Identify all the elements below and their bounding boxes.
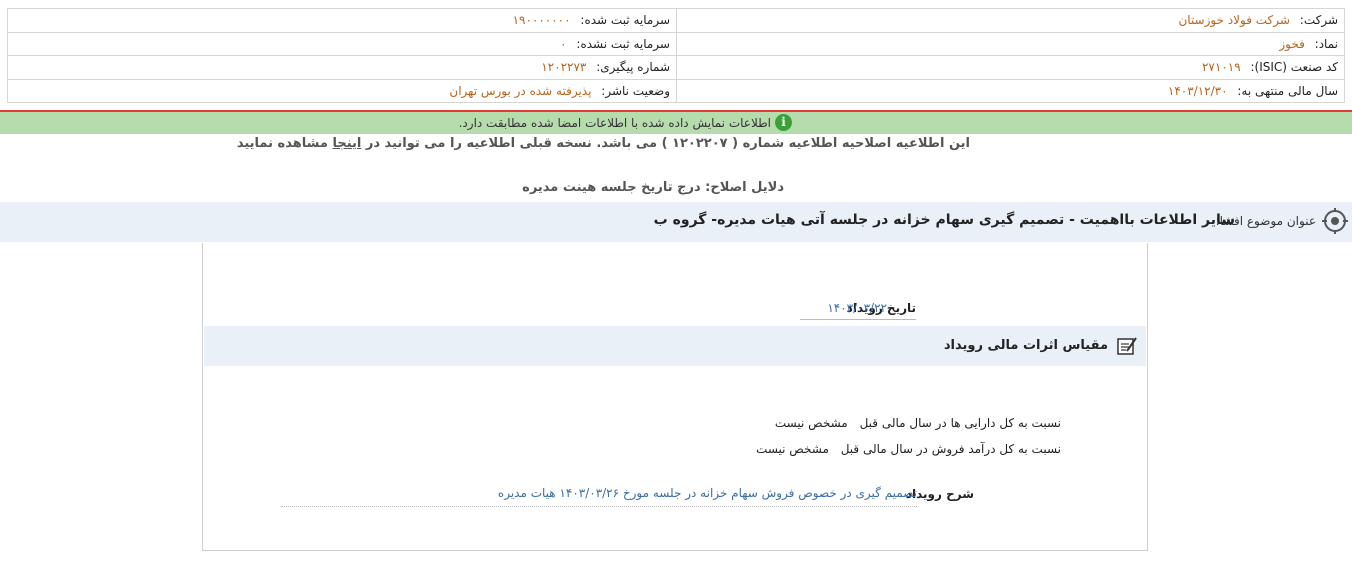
company-value: شرکت فولاد خوزستان bbox=[1178, 13, 1290, 28]
isic-value: ۲۷۱۰۱۹ bbox=[1201, 60, 1241, 75]
tracking-cell: شماره پیگیری: ۱۲۰۲۲۷۳ bbox=[7, 55, 677, 80]
ratio-sales-value: مشخص نیست bbox=[756, 442, 829, 456]
fiscal-cell: سال مالی منتهی به: ۱۴۰۳/۱۲/۳۰ bbox=[676, 78, 1345, 103]
symbol-value: فخوز bbox=[1279, 36, 1305, 51]
verification-banner: i اطلاعات نمایش داده شده با اطلاعات امضا… bbox=[0, 112, 1352, 134]
ratio-sales-label: نسبت به کل درآمد فروش در سال مالی قبل bbox=[840, 442, 1061, 456]
company-cell: شرکت: شرکت فولاد خوزستان bbox=[676, 8, 1345, 33]
fiscal-value: ۱۴۰۳/۱۲/۳۰ bbox=[1167, 83, 1228, 98]
fiscal-label: سال مالی منتهی به: bbox=[1237, 83, 1338, 98]
ratio-assets-value: مشخص نیست bbox=[774, 416, 848, 430]
section-title: مقیاس اثرات مالی رویداد bbox=[943, 338, 1108, 353]
correction-text-after: مشاهده نمایید bbox=[236, 136, 328, 151]
description-value: تصمیم گیری در خصوص فروش سهام خزانه در جل… bbox=[497, 486, 917, 500]
status-label: وضعیت ناشر: bbox=[601, 83, 670, 98]
previous-version-link[interactable]: اینجا bbox=[332, 136, 361, 151]
edit-icon bbox=[1117, 337, 1137, 355]
capital-unregistered-value: ۰ bbox=[560, 36, 567, 51]
ratio-assets-label: نسبت به کل دارایی ها در سال مالی قبل bbox=[859, 416, 1061, 430]
symbol-cell: نماد: فخوز bbox=[676, 31, 1345, 56]
banner-text: اطلاعات نمایش داده شده با اطلاعات امضا ش… bbox=[458, 115, 771, 130]
capital-registered-value: ۱۹۰۰۰۰۰۰۰ bbox=[512, 13, 571, 28]
isic-label: کد صنعت (ISIC): bbox=[1250, 60, 1338, 75]
capital-registered-label: سرمایه ثبت شده: bbox=[580, 13, 670, 28]
subject-bar: عنوان موضوع افشا: سایر اطلاعات بااهمیت -… bbox=[0, 202, 1352, 242]
event-date-value-cell: ۱۴۰۳/۰۳/۲۲ bbox=[801, 301, 915, 320]
correction-text-before: این اطلاعیه اصلاحیه اطلاعیه شماره ( ۱۲۰۲… bbox=[365, 136, 970, 151]
event-date-value: ۱۴۰۳/۰۳/۲۲ bbox=[827, 301, 887, 315]
info-icon: i bbox=[775, 114, 792, 131]
tracking-value: ۱۲۰۲۲۷۳ bbox=[541, 60, 587, 75]
isic-cell: کد صنعت (ISIC): ۲۷۱۰۱۹ bbox=[676, 55, 1345, 80]
status-cell: وضعیت ناشر: پذیرفته شده در بورس تهران bbox=[7, 78, 677, 103]
correction-reasons: دلایل اصلاح: درج تاریخ جلسه هینت مدیره bbox=[522, 180, 784, 195]
tracking-label: شماره پیگیری: bbox=[596, 60, 670, 75]
subject-title: سایر اطلاعات بااهمیت - تصمیم گیری سهام خ… bbox=[653, 212, 1235, 228]
status-value: پذیرفته شده در بورس تهران bbox=[449, 83, 592, 98]
description-value-cell: تصمیم گیری در خصوص فروش سهام خزانه در جل… bbox=[281, 486, 917, 507]
capital-unregistered-cell: سرمایه ثبت نشده: ۰ bbox=[7, 31, 677, 56]
company-info-table: شرکت: شرکت فولاد خوزستان سرمایه ثبت شده:… bbox=[7, 8, 1345, 103]
capital-unregistered-label: سرمایه ثبت نشده: bbox=[576, 36, 670, 51]
capital-registered-cell: سرمایه ثبت شده: ۱۹۰۰۰۰۰۰۰ bbox=[7, 8, 677, 33]
target-icon bbox=[1322, 208, 1348, 234]
company-label: شرکت: bbox=[1299, 13, 1338, 28]
ratio-sales-row: نسبت به کل درآمد فروش در سال مالی قبل مش… bbox=[756, 442, 1061, 456]
symbol-label: نماد: bbox=[1314, 36, 1338, 51]
ratio-assets-row: نسبت به کل دارایی ها در سال مالی قبل مشخ… bbox=[775, 416, 1061, 430]
correction-notice: این اطلاعیه اصلاحیه اطلاعیه شماره ( ۱۲۰۲… bbox=[237, 136, 970, 151]
financial-effects-bar: مقیاس اثرات مالی رویداد bbox=[204, 326, 1146, 366]
